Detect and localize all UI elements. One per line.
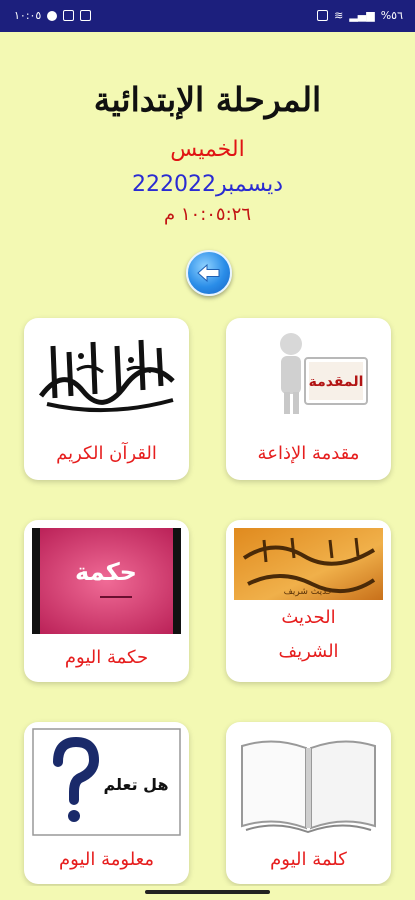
- battery-percent: %٥٦: [380, 9, 403, 22]
- page-title: المرحلة الإبتدائية: [93, 80, 322, 119]
- card-image-text: حديث شريف: [284, 587, 333, 597]
- presenter-board-icon: المقدمة: [234, 326, 383, 418]
- card-image-text: حكمة: [75, 558, 137, 586]
- card-hadith[interactable]: حديث شريف الحديث الشريف: [226, 520, 391, 682]
- card-wisdom[interactable]: حكمة حكمة اليوم: [24, 520, 189, 682]
- card-info-of-day[interactable]: هل تعلم معلومة اليوم: [24, 722, 189, 884]
- notification-icon: [63, 10, 75, 21]
- date-label: 22ديسمبر2022: [131, 172, 284, 197]
- wifi-icon: ≋: [334, 9, 344, 22]
- card-image-text: هل تعلم: [103, 775, 168, 794]
- card-label: كلمة اليوم: [270, 849, 347, 870]
- card-label: حكمة اليوم: [64, 647, 149, 668]
- card-broadcast-intro[interactable]: المقدمة مقدمة الإذاعة: [226, 318, 391, 480]
- back-button[interactable]: [186, 250, 232, 296]
- card-label: القرآن الكريم: [56, 443, 157, 464]
- question-mark-icon: هل تعلم: [32, 728, 181, 836]
- notification-icon-2: [80, 10, 92, 21]
- gesture-nav-bar: [0, 886, 415, 900]
- time-label: ١٠:٠٥:٢٦ م: [163, 204, 251, 225]
- status-time: ١٠:٠٥: [14, 9, 42, 22]
- messenger-icon: [47, 10, 58, 21]
- arrow-left-icon: [197, 263, 220, 283]
- card-label: معلومة اليوم: [59, 849, 154, 870]
- header: المرحلة الإبتدائية الخميس 22ديسمبر2022 ١…: [0, 78, 415, 228]
- status-bar-left-icons: ≋ ▂▄▆ %٥٦: [317, 9, 403, 22]
- home-gesture-handle[interactable]: [145, 890, 270, 894]
- status-bar: ١٠:٠٥ ≋ ▂▄▆ %٥٦: [0, 0, 415, 32]
- card-label-line2: الشريف: [278, 641, 339, 662]
- card-image-text: المقدمة: [308, 374, 363, 390]
- mute-icon: [317, 10, 329, 21]
- card-label: مقدمة الإذاعة: [257, 443, 360, 464]
- status-bar-right-icons: ١٠:٠٥: [14, 9, 92, 22]
- hadith-calligraphy-icon: حديث شريف: [234, 528, 383, 600]
- card-word-of-day[interactable]: كلمة اليوم: [226, 722, 391, 884]
- day-label: الخميس: [170, 137, 245, 162]
- signal-icon: ▂▄▆: [349, 9, 375, 22]
- card-label-line1: الحديث: [281, 607, 336, 628]
- open-book-icon: [234, 728, 383, 838]
- card-quran[interactable]: القرآن الكريم: [24, 318, 189, 480]
- quran-calligraphy-icon: [32, 326, 181, 418]
- wisdom-banner-icon: حكمة: [32, 528, 181, 634]
